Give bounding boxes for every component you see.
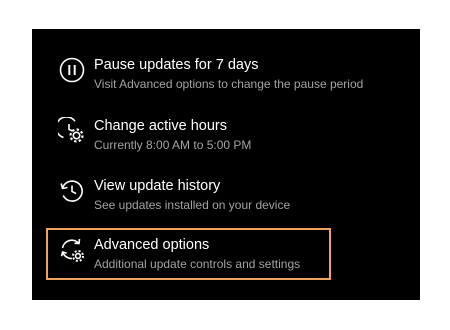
active-hours-description: Currently 8:00 AM to 5:00 PM xyxy=(94,138,252,152)
update-history-description: See updates installed on your device xyxy=(94,198,291,212)
advanced-options-description: Additional update controls and settings xyxy=(94,257,301,271)
history-icon xyxy=(58,177,86,205)
view-update-history-option[interactable]: View update history See updates installe… xyxy=(52,177,352,229)
advanced-options-title: Advanced options xyxy=(94,237,210,253)
pause-updates-description: Visit Advanced options to change the pau… xyxy=(94,77,364,91)
active-hours-title: Change active hours xyxy=(94,118,227,134)
clock-gear-icon xyxy=(58,117,86,145)
pause-updates-title: Pause updates for 7 days xyxy=(94,57,259,73)
pause-updates-option[interactable]: Pause updates for 7 days Visit Advanced … xyxy=(52,56,363,108)
windows-update-options-panel: Pause updates for 7 days Visit Advanced … xyxy=(32,29,420,300)
update-history-title: View update history xyxy=(94,178,221,194)
sync-gear-icon xyxy=(58,236,86,264)
advanced-options-option[interactable]: Advanced options Additional update contr… xyxy=(52,236,352,288)
change-active-hours-option[interactable]: Change active hours Currently 8:00 AM to… xyxy=(52,117,352,169)
pause-circle-icon xyxy=(58,56,86,84)
